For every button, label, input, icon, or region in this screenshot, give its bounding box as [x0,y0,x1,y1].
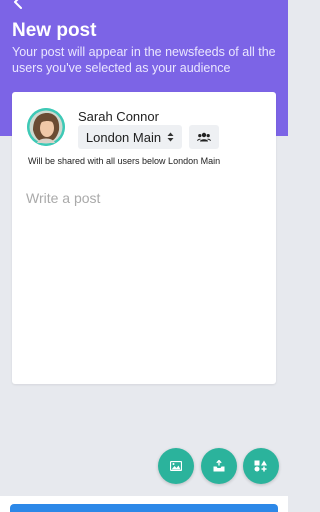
post-input[interactable] [26,190,262,360]
avatar [27,108,65,146]
inbox-upload-icon [213,460,225,472]
author-name: Sarah Connor [78,109,159,124]
share-note: Will be shared with all users below Lond… [28,156,221,166]
post-composer-card: Sarah Connor London Main Will be shared … [12,92,276,384]
back-button[interactable] [8,0,28,10]
location-select[interactable]: London Main [78,125,182,149]
page-subtitle: Your post will appear in the newsfeeds o… [12,45,276,75]
add-attachment-button[interactable] [201,448,237,484]
add-media-button[interactable] [243,448,279,484]
add-photo-button[interactable] [158,448,194,484]
users-icon [197,132,211,142]
chevron-left-icon [14,0,22,9]
image-icon [170,461,182,471]
post-button[interactable] [10,504,278,512]
location-value: London Main [85,129,162,145]
sort-updown-icon [167,132,174,142]
shapes-icon [254,460,267,472]
audience-button[interactable] [189,125,219,149]
page-title: New post [12,20,97,41]
